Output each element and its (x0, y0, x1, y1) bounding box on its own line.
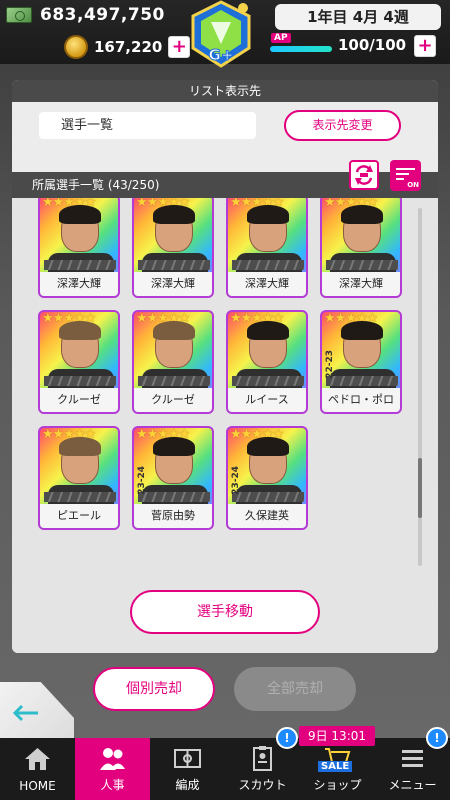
card-stripe (44, 376, 116, 386)
cash-icon (6, 7, 32, 23)
rank-text: G+ (209, 46, 234, 64)
sort-button[interactable] (349, 160, 379, 190)
player-card[interactable]: ★★★★★ 深澤大輝 (226, 198, 308, 298)
ap-label: AP (271, 33, 291, 43)
player-hair (341, 321, 383, 340)
nav-formation[interactable]: 編成 (150, 738, 225, 800)
club-rank-emblem[interactable]: G+ (187, 0, 255, 70)
player-card[interactable]: ★★★★★ クルーゼ (38, 310, 120, 414)
card-stripe (44, 260, 116, 270)
nav-formation-label: 編成 (175, 778, 200, 792)
player-name: クルーゼ (40, 388, 118, 412)
change-list-target-button[interactable]: 表示先変更 (284, 110, 401, 141)
player-card[interactable]: ★★★★★ クルーゼ (132, 310, 214, 414)
player-hair (59, 437, 101, 456)
season-label: 23-24 (137, 466, 147, 495)
card-stripe (232, 492, 304, 502)
nav-home[interactable]: HOME (0, 738, 75, 800)
nav-home-label: HOME (19, 779, 56, 793)
player-hair (247, 321, 289, 340)
card-stripe (138, 376, 210, 386)
player-name: 深澤大輝 (228, 272, 306, 296)
player-name: 深澤大輝 (134, 272, 212, 296)
player-hair (341, 205, 383, 224)
player-name: 久保建英 (228, 504, 306, 528)
nav-personnel[interactable]: 人事 (75, 738, 150, 800)
people-icon (100, 748, 125, 770)
arrow-left-icon (12, 704, 38, 722)
hamburger-menu-icon (402, 750, 423, 767)
shop-timer: 9日 13:01 (299, 726, 375, 746)
season-label: 23-24 (231, 466, 241, 495)
money-value: 683,497,750 (40, 5, 165, 25)
player-hair (153, 321, 195, 340)
player-card[interactable]: ★★★★★ 23-24 菅原由勢 (132, 426, 214, 530)
scout-notification-badge: ! (276, 727, 298, 749)
player-name: 菅原由勢 (134, 504, 212, 528)
player-hair (247, 205, 289, 224)
card-stripe (232, 376, 304, 386)
coin-display: 167,220 + (64, 35, 191, 59)
player-card[interactable]: ★★★★★ 深澤大輝 (132, 198, 214, 298)
list-target-field: 選手一覧 (39, 112, 256, 139)
player-card[interactable]: ★★★★★ 22-23 ペドロ・ポロ (320, 310, 402, 414)
nav-personnel-label: 人事 (100, 778, 125, 792)
home-icon (25, 748, 50, 770)
player-card[interactable]: ★★★★★ 23-24 久保建英 (226, 426, 308, 530)
player-card-grid: ★★★★★ 深澤大輝 ★★★★★ 深澤大輝 ★★★★★ 深澤大輝 ★★★★★ 深澤大輝 ★★★★… (12, 198, 438, 653)
sort-icon (355, 165, 373, 185)
clipboard-icon (253, 746, 272, 771)
ap-value: 100/100 (338, 36, 407, 54)
player-name: ピエール (40, 504, 118, 528)
add-ap-button[interactable]: + (414, 35, 436, 57)
card-stripe (326, 260, 398, 270)
money-display: 683,497,750 (6, 4, 165, 26)
player-hair (153, 205, 195, 224)
card-stripe (138, 492, 210, 502)
nav-menu-label: メニュー (388, 778, 437, 792)
ap-progress-bar (270, 46, 332, 52)
nav-scout-label: スカウト (238, 778, 287, 792)
card-stripe (326, 376, 398, 386)
top-status-bar: 683,497,750 167,220 + G+ 1年目 4月 4週 AP 10… (0, 0, 450, 68)
list-target-header: リスト表示先 (12, 80, 438, 102)
nav-shop-label: ショップ (313, 778, 362, 792)
player-card[interactable]: ★★★★★ ルイース (226, 310, 308, 414)
player-hair (59, 321, 101, 340)
player-hair (247, 437, 289, 456)
pitch-icon (174, 749, 201, 768)
player-hair (153, 437, 195, 456)
player-card[interactable]: ★★★★★ 深澤大輝 (320, 198, 402, 298)
nav-shop[interactable]: SALE ショップ (300, 738, 375, 800)
card-stripe (232, 260, 304, 270)
date-week-display: 1年目 4月 4週 (275, 4, 441, 30)
menu-notification-badge: ! (426, 727, 448, 749)
back-button[interactable] (0, 682, 74, 742)
player-name: ペドロ・ポロ (322, 388, 400, 412)
player-name: ルイース (228, 388, 306, 412)
filter-on-badge: ON (407, 181, 419, 189)
coin-icon (64, 35, 88, 59)
card-stripe (44, 492, 116, 502)
coin-value: 167,220 (94, 38, 163, 56)
player-name: 深澤大輝 (40, 272, 118, 296)
player-hair (59, 205, 101, 224)
card-list-scrollbar-thumb[interactable] (418, 458, 422, 518)
season-label: 22-23 (325, 350, 335, 379)
individual-sell-button[interactable]: 個別売却 (93, 667, 215, 711)
filter-button[interactable]: ON (390, 160, 421, 191)
player-name: クルーゼ (134, 388, 212, 412)
player-card[interactable]: ★★★★★ ピエール (38, 426, 120, 530)
sale-badge: SALE (318, 761, 353, 772)
bottom-navigation: HOME 人事 編成 スカウト SALE ショップ メニュー (0, 738, 450, 800)
player-name: 深澤大輝 (322, 272, 400, 296)
sell-all-button[interactable]: 全部売却 (234, 667, 356, 711)
player-list-panel: リスト表示先 選手一覧 表示先変更 所属選手一覧 (43/250) ON ★★★… (12, 80, 438, 653)
move-player-button[interactable]: 選手移動 (130, 590, 320, 634)
player-card[interactable]: ★★★★★ 深澤大輝 (38, 198, 120, 298)
card-stripe (138, 260, 210, 270)
